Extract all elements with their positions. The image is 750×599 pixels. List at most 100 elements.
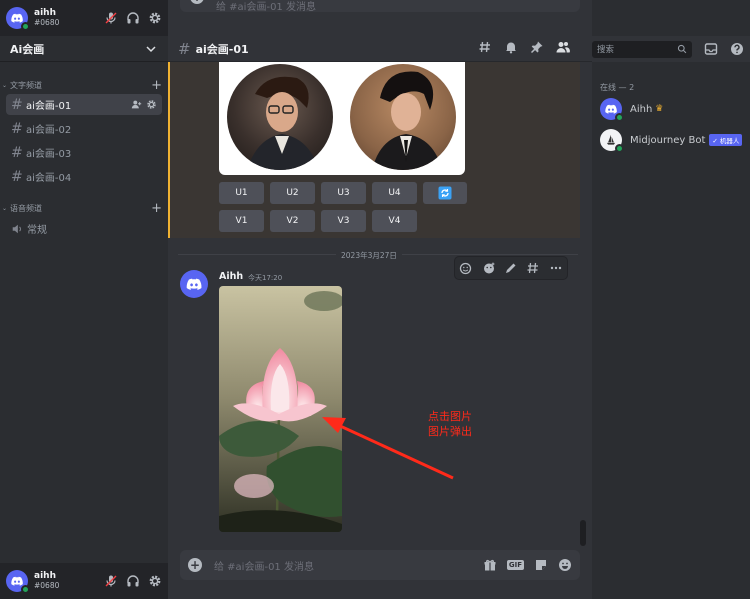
u2-button[interactable]: U2	[270, 182, 315, 204]
settings-gear-icon[interactable]	[148, 11, 162, 25]
username: aihh	[34, 571, 56, 581]
v2-button[interactable]: V2	[270, 210, 315, 232]
member-list-icon[interactable]	[556, 40, 570, 54]
previous-message: U1 U2 U3 U4 V1 V2 V3 V4	[168, 62, 580, 238]
speaker-icon	[12, 224, 21, 233]
message-author-avatar[interactable]	[180, 270, 208, 298]
message-hover-toolbar	[454, 256, 568, 280]
member-midjourney-bot[interactable]: Midjourney Bot ✓ 机器人	[600, 128, 750, 153]
gift-icon[interactable]	[483, 558, 497, 572]
user-info: aihh #0680	[34, 8, 94, 28]
add-channel-plus-icon[interactable]: +	[151, 79, 162, 92]
v1-button[interactable]: V1	[219, 210, 264, 232]
more-options-icon[interactable]	[549, 261, 563, 275]
sidebar-voice-channel-general[interactable]: 常规	[6, 218, 162, 239]
member-avatar	[600, 98, 624, 122]
edit-pencil-icon[interactable]	[504, 261, 518, 275]
sidebar-channel-ai-03[interactable]: # ai会画-03	[6, 142, 162, 163]
add-voice-channel-plus-icon[interactable]: +	[151, 202, 162, 215]
message-composer[interactable]: + 给 #ai会画-01 发消息 GIF	[180, 550, 580, 580]
user-avatar[interactable]	[6, 570, 30, 594]
category-label: 文字频道	[10, 81, 43, 90]
date-divider-label: 2023年3月27日	[336, 250, 402, 261]
member-aihh[interactable]: Aihh ♛	[600, 97, 750, 122]
hash-icon: #	[11, 144, 23, 161]
hash-icon: #	[11, 120, 23, 137]
v3-button[interactable]: V3	[321, 210, 366, 232]
sticker-icon[interactable]	[534, 558, 548, 572]
midjourney-grid-image[interactable]	[219, 62, 465, 175]
u4-button[interactable]: U4	[372, 182, 417, 204]
annotation-text: 点击图片 图片弹出	[428, 409, 472, 439]
voice-channel-category[interactable]: ⌄ 语音频道 +	[2, 202, 162, 215]
portrait-glasses-man	[227, 64, 333, 170]
variation-buttons-row: V1 V2 V3 V4	[219, 210, 417, 232]
mute-mic-icon[interactable]	[104, 11, 118, 25]
inbox-icon[interactable]	[704, 42, 718, 56]
channel-label: ai会画-02	[26, 125, 72, 136]
mute-mic-icon[interactable]	[104, 574, 118, 588]
headphones-icon[interactable]	[126, 11, 140, 25]
top-message-input[interactable]: + 给 #ai会画-01 发消息	[180, 0, 580, 13]
search-input[interactable]: 搜索	[592, 40, 692, 58]
portrait-illustration-icon	[372, 71, 442, 170]
message-author-name[interactable]: Aihh	[219, 271, 243, 282]
member-name: Aihh	[630, 103, 653, 115]
online-members-label: 在线 — 2	[600, 83, 635, 92]
reroll-button[interactable]	[423, 182, 467, 204]
server-name: Ai会画	[10, 42, 45, 56]
server-header[interactable]: Ai会画	[0, 36, 168, 62]
user-avatar[interactable]	[6, 7, 30, 31]
search-placeholder: 搜索	[597, 45, 615, 55]
super-reaction-icon[interactable]	[482, 261, 496, 275]
u3-button[interactable]: U3	[321, 182, 366, 204]
channel-label: ai会画-04	[26, 173, 72, 184]
invite-user-icon[interactable]	[131, 99, 142, 110]
notification-bell-icon[interactable]	[504, 40, 518, 54]
member-name: Midjourney Bot	[630, 134, 706, 146]
bot-badge: ✓ 机器人	[709, 134, 743, 146]
chevron-down-icon	[146, 45, 156, 52]
online-status-dot	[21, 22, 30, 31]
hash-icon: #	[11, 96, 23, 113]
header-tools: 搜索	[592, 36, 750, 62]
search-icon	[677, 44, 687, 54]
v4-button[interactable]: V4	[372, 210, 417, 232]
annotation-line-1: 点击图片	[428, 410, 472, 423]
online-status-dot	[21, 585, 30, 594]
emoji-icon[interactable]	[558, 558, 572, 572]
sidebar-channel-ai-01[interactable]: # ai会画-01	[6, 94, 162, 115]
channel-sidebar: aihh #0680 Ai会画 ⌄ 文字频道 + # ai会画-01 # ai会…	[0, 0, 168, 599]
refresh-icon	[438, 186, 452, 200]
chat-area: + 给 #ai会画-01 发消息 # ai会画-01	[168, 0, 592, 599]
channel-label: 常规	[27, 225, 47, 236]
chat-scrollbar[interactable]	[580, 520, 586, 546]
headphones-icon[interactable]	[126, 574, 140, 588]
add-attachment-plus-icon[interactable]: +	[188, 558, 202, 572]
top-input-placeholder: 给 #ai会画-01 发消息	[216, 1, 316, 13]
channel-label: ai会画-01	[26, 101, 72, 112]
discord-window: aihh #0680 Ai会画 ⌄ 文字频道 + # ai会画-01 # ai会…	[0, 0, 750, 599]
channel-header-actions	[478, 40, 570, 54]
portrait-illustration-icon	[247, 76, 319, 170]
pinned-messages-icon[interactable]	[530, 40, 544, 54]
gif-button[interactable]: GIF	[506, 560, 524, 570]
sidebar-channel-ai-04[interactable]: # ai会画-04	[6, 166, 162, 187]
u1-button[interactable]: U1	[219, 182, 264, 204]
channel-settings-gear-icon[interactable]	[146, 99, 157, 110]
help-icon[interactable]	[730, 42, 744, 56]
add-attachment-plus-icon[interactable]: +	[190, 0, 204, 4]
threads-icon[interactable]	[478, 40, 492, 54]
composer-placeholder[interactable]: 给 #ai会画-01 发消息	[214, 558, 483, 573]
text-channel-category[interactable]: ⌄ 文字频道 +	[2, 79, 162, 92]
portrait-dark-hair-man	[350, 64, 456, 170]
upscale-buttons-row: U1 U2 U3 U4	[219, 182, 467, 204]
category-chevron-icon: ⌄	[2, 205, 8, 212]
create-thread-icon[interactable]	[526, 261, 540, 275]
online-status-dot	[615, 113, 624, 122]
hash-icon: #	[178, 39, 191, 58]
sidebar-channel-ai-02[interactable]: # ai会画-02	[6, 118, 162, 139]
add-reaction-icon[interactable]	[459, 261, 473, 275]
settings-gear-icon[interactable]	[148, 574, 162, 588]
member-avatar	[600, 129, 624, 153]
